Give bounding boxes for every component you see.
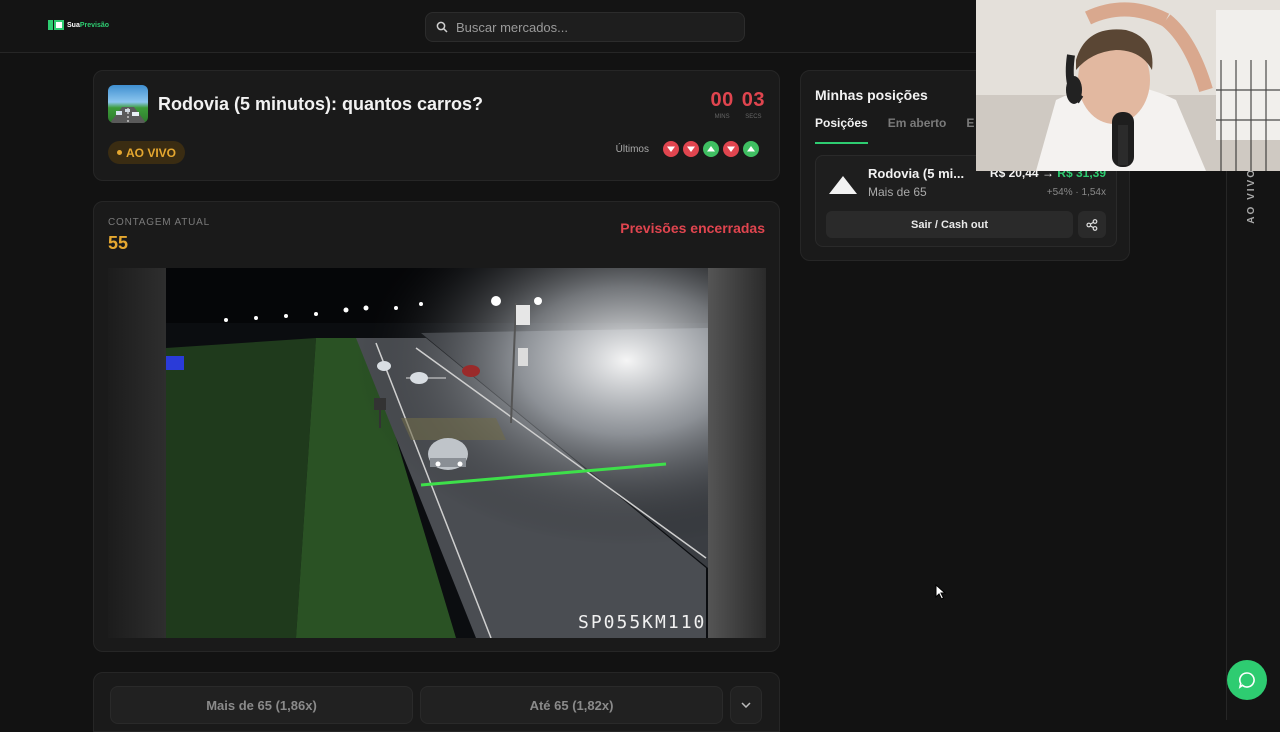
share-icon: [1086, 218, 1098, 231]
site-logo[interactable]: SuaPrevisão: [48, 20, 109, 30]
search-input[interactable]: [456, 19, 716, 35]
expand-options-button[interactable]: [730, 686, 762, 724]
position-name: Rodovia (5 mi...: [868, 166, 965, 181]
result-down-icon: [663, 141, 679, 157]
live-badge-label: AO VIVO: [126, 145, 177, 160]
result-up-icon: [703, 141, 719, 157]
market-thumbnail: [108, 85, 148, 123]
search-bar[interactable]: [425, 12, 745, 42]
count-value: 55: [108, 233, 129, 253]
bet-more-odds: (1,86x): [275, 697, 317, 713]
video-border-left: [108, 268, 166, 638]
webcam-feed: [976, 0, 1280, 171]
timer-seconds-label: SECS: [745, 114, 762, 120]
countdown-timer: 00 MINS 03 SECS: [711, 89, 766, 120]
bet-more-label: Mais de 65: [206, 697, 272, 713]
share-button[interactable]: [1078, 211, 1106, 238]
triangle-up-icon: [829, 176, 857, 194]
betting-options-card: Mais de 65 (1,86x) Até 65 (1,82x): [93, 672, 780, 732]
timer-minutes-value: 00: [710, 89, 734, 111]
live-rail-label[interactable]: AO VIVO: [1246, 168, 1257, 224]
webcam-overlay: [976, 0, 1280, 171]
chat-button[interactable]: [1227, 660, 1267, 700]
tab-positions[interactable]: Posições: [815, 116, 868, 144]
positions-tabs: Posições Em aberto E: [815, 116, 974, 144]
chat-icon: [1238, 672, 1255, 689]
traffic-camera-feed[interactable]: SP055KM110: [108, 268, 766, 638]
market-header-card: Rodovia (5 minutos): quantos carros? 00 …: [93, 70, 780, 181]
video-border-right: [708, 268, 766, 638]
timer-minutes-label: MINS: [714, 114, 730, 120]
mouse-cursor-icon: [935, 584, 947, 600]
market-title: Rodovia (5 minutos): quantos carros?: [158, 94, 484, 114]
timer-seconds: 03 SECS: [742, 89, 765, 120]
result-down-icon: [723, 141, 739, 157]
tab-open[interactable]: Em aberto: [888, 116, 947, 144]
recent-results-label: Últimos: [615, 143, 649, 155]
timer-seconds-value: 03: [741, 89, 765, 111]
logo-text: SuaPrevisão: [67, 21, 110, 29]
bet-more-button[interactable]: Mais de 65 (1,86x): [110, 686, 413, 724]
live-dot-icon: [117, 150, 122, 155]
live-stream-card: CONTAGEM ATUAL 55 Previsões encerradas S…: [93, 201, 780, 652]
bet-until-button[interactable]: Até 65 (1,82x): [420, 686, 723, 724]
search-icon: [436, 21, 448, 33]
live-badge: AO VIVO: [108, 141, 186, 164]
timer-minutes: 00 MINS: [711, 89, 734, 120]
tab-other[interactable]: E: [966, 116, 974, 144]
traffic-scene: [166, 268, 708, 638]
bet-until-label: Até 65: [529, 697, 569, 713]
camera-id-overlay: SP055KM110: [578, 612, 707, 633]
bet-until-odds: (1,82x): [572, 697, 614, 713]
positions-title: Minhas posições: [815, 87, 928, 103]
result-up-icon: [743, 141, 759, 157]
position-subtitle: Mais de 65: [868, 185, 927, 199]
cash-out-button[interactable]: Sair / Cash out: [826, 211, 1073, 238]
logo-mark-icon: [48, 20, 64, 30]
result-down-icon: [683, 141, 699, 157]
position-stats: +54% · 1,54x: [1046, 187, 1106, 198]
recent-results: Últimos: [616, 141, 759, 157]
chevron-down-icon: [741, 702, 751, 708]
count-label: CONTAGEM ATUAL: [108, 217, 210, 228]
predictions-status: Previsões encerradas: [620, 220, 765, 236]
